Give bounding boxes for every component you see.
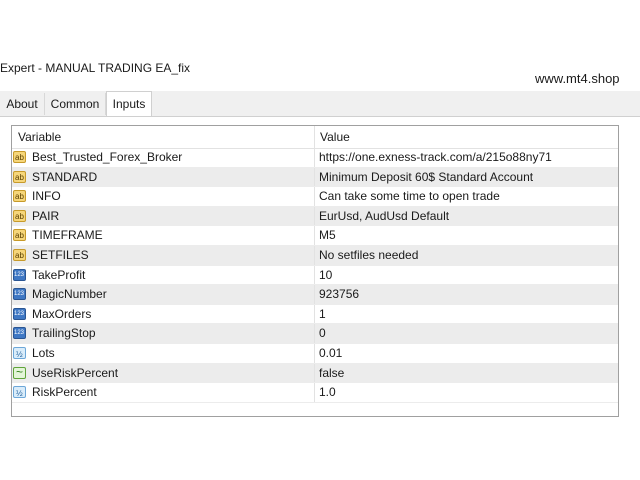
variable-name: TIMEFRAME xyxy=(32,228,103,243)
table-body: Best_Trusted_Forex_Broker https://one.exn… xyxy=(12,148,618,404)
header-value[interactable]: Value xyxy=(320,126,350,148)
string-icon xyxy=(13,226,26,246)
double-icon xyxy=(13,345,26,365)
header-divider[interactable] xyxy=(314,126,315,148)
table-row[interactable]: Best_Trusted_Forex_Broker https://one.exn… xyxy=(12,148,618,168)
string-icon xyxy=(13,187,26,207)
column-divider xyxy=(314,343,315,363)
value-cell[interactable]: No setfiles needed xyxy=(319,246,418,266)
table-row[interactable]: UseRiskPercent false xyxy=(12,363,618,384)
column-divider xyxy=(314,285,315,304)
table-header: Variable Value xyxy=(12,126,618,149)
variable-name: PAIR xyxy=(32,208,60,223)
value-cell[interactable]: 1.0 xyxy=(319,383,336,403)
tab-inputs[interactable]: Inputs xyxy=(106,91,152,117)
variable-name: Lots xyxy=(32,345,55,360)
value-cell[interactable]: 1 xyxy=(319,305,326,325)
table-row[interactable]: INFO Can take some time to open trade xyxy=(12,187,618,207)
table-row[interactable]: Lots 0.01 xyxy=(12,343,618,365)
variable-name: INFO xyxy=(32,189,61,204)
value-cell[interactable]: Minimum Deposit 60$ Standard Account xyxy=(319,168,533,188)
window-title: Expert - MANUAL TRADING EA_fix xyxy=(0,61,191,75)
column-divider xyxy=(314,383,315,402)
column-divider xyxy=(314,167,315,187)
variable-name: TakeProfit xyxy=(32,267,86,282)
integer-icon xyxy=(13,324,26,344)
value-cell[interactable]: EurUsd, AudUsd Default xyxy=(319,207,449,227)
variable-name: STANDARD xyxy=(32,169,98,184)
string-icon xyxy=(13,207,26,226)
inputs-tab-content: Variable Value Best_Trusted_Forex_Broker… xyxy=(0,116,640,432)
table-row[interactable]: PAIR EurUsd, AudUsd Default xyxy=(12,206,618,227)
value-cell[interactable]: 923756 xyxy=(319,285,359,305)
value-cell[interactable]: M5 xyxy=(319,226,336,246)
table-row[interactable]: RiskPercent 1.0 xyxy=(12,383,618,404)
table-row[interactable]: TrailingStop 0 xyxy=(12,324,618,344)
string-icon xyxy=(13,246,26,266)
variable-name: RiskPercent xyxy=(32,385,97,400)
table-row[interactable]: TIMEFRAME M5 xyxy=(12,226,618,246)
variable-name: Best_Trusted_Forex_Broker xyxy=(32,150,183,164)
table-row[interactable]: TakeProfit 10 xyxy=(12,265,618,286)
inputs-table: Variable Value Best_Trusted_Forex_Broker… xyxy=(11,125,619,417)
value-cell[interactable]: false xyxy=(319,364,344,384)
table-row[interactable]: MagicNumber 923756 xyxy=(12,285,618,305)
value-cell[interactable]: Can take some time to open trade xyxy=(319,187,500,207)
variable-name: UseRiskPercent xyxy=(32,365,119,380)
column-divider xyxy=(314,304,315,324)
dialog-panel: About Common Inputs Variable Value Best_… xyxy=(0,91,640,432)
value-cell[interactable]: 0 xyxy=(319,324,326,344)
variable-name: MagicNumber xyxy=(32,287,107,302)
watermark-text: www.mt4.shop xyxy=(535,71,620,86)
column-divider xyxy=(314,265,315,285)
table-row[interactable]: STANDARD Minimum Deposit 60$ Standard Acc… xyxy=(12,167,618,188)
integer-icon xyxy=(13,266,26,285)
bool-icon xyxy=(13,363,26,382)
tab-common[interactable]: Common xyxy=(45,93,106,115)
column-divider xyxy=(314,245,315,265)
double-icon xyxy=(13,384,26,404)
header-variable[interactable]: Variable xyxy=(18,126,61,148)
column-divider xyxy=(314,226,315,245)
column-divider xyxy=(314,324,315,343)
string-icon xyxy=(13,148,26,168)
variable-name: MaxOrders xyxy=(32,306,92,321)
column-divider xyxy=(314,187,315,206)
table-row[interactable]: MaxOrders 1 xyxy=(12,304,618,325)
column-divider xyxy=(314,363,315,383)
tab-about[interactable]: About xyxy=(0,93,45,115)
value-cell[interactable]: https://one.exness-track.com/a/215o88ny7… xyxy=(319,148,552,168)
table-row[interactable]: SETFILES No setfiles needed xyxy=(12,245,618,266)
integer-icon xyxy=(13,305,26,324)
column-divider xyxy=(314,148,315,167)
value-cell[interactable]: 10 xyxy=(319,266,332,286)
integer-icon xyxy=(13,285,26,305)
value-cell[interactable]: 0.01 xyxy=(319,344,342,364)
column-divider xyxy=(314,206,315,226)
variable-name: SETFILES xyxy=(32,247,89,262)
string-icon xyxy=(13,168,26,187)
tab-bar: About Common Inputs xyxy=(0,91,640,117)
variable-name: TrailingStop xyxy=(32,326,96,341)
